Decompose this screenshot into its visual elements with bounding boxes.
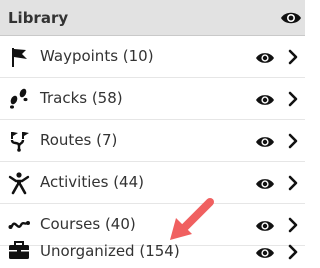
eye-icon[interactable]: [280, 10, 302, 26]
library-item-label: Courses (40): [40, 215, 136, 233]
briefcase-icon: [7, 237, 31, 261]
library-item-label: Routes (7): [40, 131, 118, 149]
library-item-unorganized[interactable]: Unorganized (154): [0, 234, 305, 268]
library-item-routes[interactable]: Routes (7): [0, 120, 305, 162]
chevron-right-icon[interactable]: [288, 133, 298, 149]
eye-icon[interactable]: [255, 176, 275, 190]
chevron-right-icon[interactable]: [288, 175, 298, 191]
library-item-label: Tracks (58): [40, 89, 123, 107]
eye-icon[interactable]: [255, 50, 275, 64]
eye-icon[interactable]: [255, 134, 275, 148]
library-item-label: Waypoints (10): [40, 47, 154, 65]
library-item-waypoints[interactable]: Waypoints (10): [0, 36, 305, 78]
chevron-right-icon[interactable]: [288, 217, 298, 233]
footprints-icon: [7, 87, 31, 111]
flag-icon: [7, 45, 31, 69]
eye-icon[interactable]: [255, 92, 275, 106]
eye-icon[interactable]: [255, 218, 275, 232]
pointer-arrow-icon: [166, 196, 214, 244]
chevron-right-icon[interactable]: [288, 244, 298, 260]
person-activity-icon: [7, 171, 31, 195]
route-icon: [7, 129, 31, 153]
eye-icon[interactable]: [255, 245, 275, 259]
library-item-activities[interactable]: Activities (44): [0, 162, 305, 204]
chevron-right-icon[interactable]: [288, 91, 298, 107]
library-header: Library: [0, 0, 305, 36]
library-title: Library: [8, 9, 69, 27]
library-item-tracks[interactable]: Tracks (58): [0, 78, 305, 120]
chevron-right-icon[interactable]: [288, 49, 298, 65]
library-panel: Library Waypoints (10) Tracks (58) Route…: [0, 0, 305, 268]
library-item-label: Unorganized (154): [40, 242, 180, 260]
library-item-label: Activities (44): [40, 173, 144, 191]
